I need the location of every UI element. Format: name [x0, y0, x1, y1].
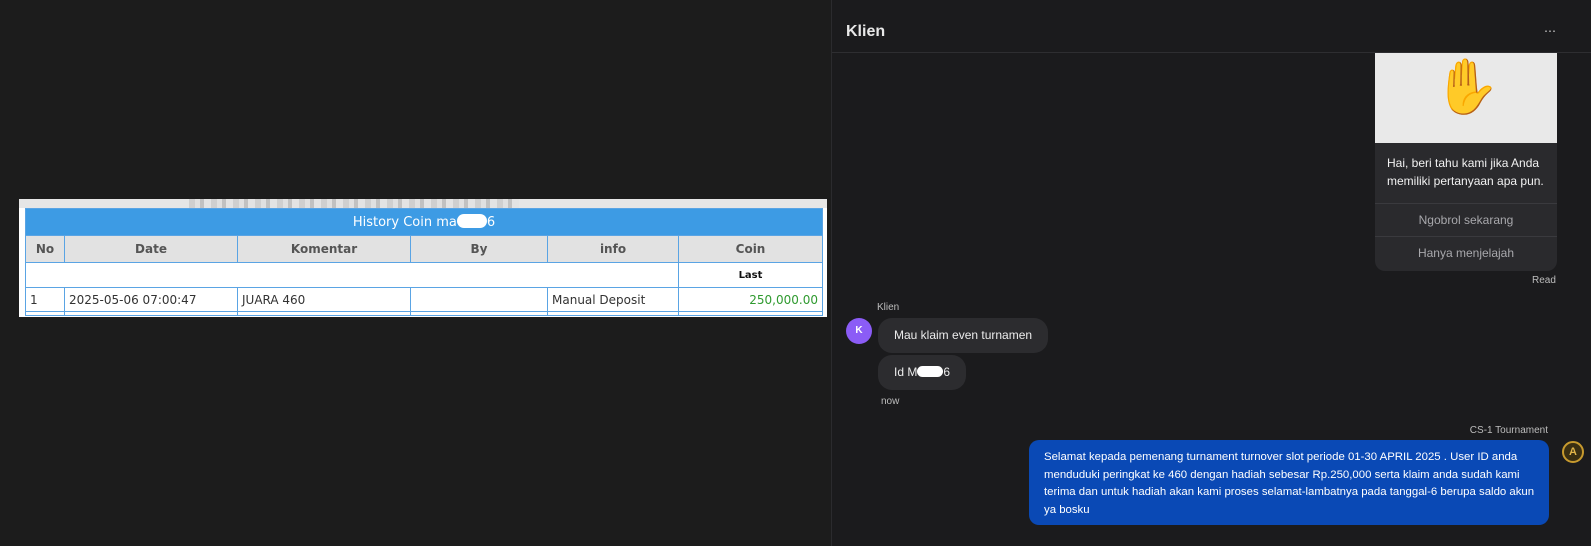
customer-name: Klien	[877, 302, 900, 313]
read-status: Read	[1532, 275, 1556, 286]
cut-off-row	[25, 311, 823, 316]
agent-message: Selamat kepada pemenang turnament turnov…	[1029, 440, 1549, 525]
chat-now-button[interactable]: Ngobrol sekarang	[1375, 203, 1557, 236]
column-header-by[interactable]: By	[410, 235, 548, 263]
welcome-message: Hai, beri tahu kami jika Anda memiliki p…	[1387, 156, 1544, 188]
cell-no: 1	[25, 287, 65, 312]
customer-message: Mau klaim even turnamen	[878, 318, 1049, 353]
table-row: 1 2025-05-06 07:00:47 JUARA 460 Manual D…	[25, 287, 823, 312]
redaction-mark	[456, 214, 487, 228]
chat-panel: Klien ⋯ ✋ Hai, beri tahu kami jika Anda …	[831, 0, 1591, 546]
chat-header-title: Klien	[846, 23, 886, 38]
table-top-background	[19, 199, 827, 208]
just-browsing-button[interactable]: Hanya menjelajah	[1375, 236, 1557, 269]
chat-header: Klien ⋯	[832, 0, 1591, 53]
avatar: K	[846, 318, 872, 344]
cell-date: 2025-05-06 07:00:47	[64, 287, 238, 312]
table-title-text: History Coin ma	[352, 215, 457, 230]
column-header-date[interactable]: Date	[64, 235, 238, 263]
customer-id-suffix: 6	[943, 365, 951, 379]
cell-info: Manual Deposit	[547, 287, 679, 312]
message-time: now	[881, 396, 900, 407]
last-row-blank	[25, 262, 679, 288]
redaction-mark	[917, 366, 944, 377]
column-header-coin[interactable]: Coin	[678, 235, 823, 263]
agent-avatar: A	[1562, 441, 1584, 463]
agent-name: CS-1 Tournament	[1469, 425, 1548, 436]
cell-coin: 250,000.00	[678, 287, 823, 312]
raised-hand-icon: ✋	[1433, 55, 1501, 118]
table-title: History Coin ma 6	[25, 208, 823, 236]
last-row: Last	[25, 262, 823, 288]
welcome-image: ✋	[1375, 53, 1557, 143]
table-title-suffix: 6	[486, 215, 496, 230]
history-coin-table: History Coin ma 6 No Date Komentar By inf…	[25, 208, 823, 316]
last-label: Last	[678, 262, 823, 288]
customer-id-prefix: Id M	[894, 365, 918, 379]
column-header-komentar[interactable]: Komentar	[237, 235, 411, 263]
customer-id-message: Id M 6	[878, 355, 967, 390]
cell-by	[410, 287, 548, 312]
more-options-icon[interactable]: ⋯	[1544, 24, 1556, 36]
history-coin-panel: History Coin ma 6 No Date Komentar By inf…	[19, 199, 827, 317]
column-header-info[interactable]: info	[547, 235, 679, 263]
cell-komentar: JUARA 460	[237, 287, 411, 312]
column-header-no[interactable]: No	[25, 235, 65, 263]
welcome-card: ✋ Hai, beri tahu kami jika Anda memiliki…	[1375, 53, 1557, 271]
